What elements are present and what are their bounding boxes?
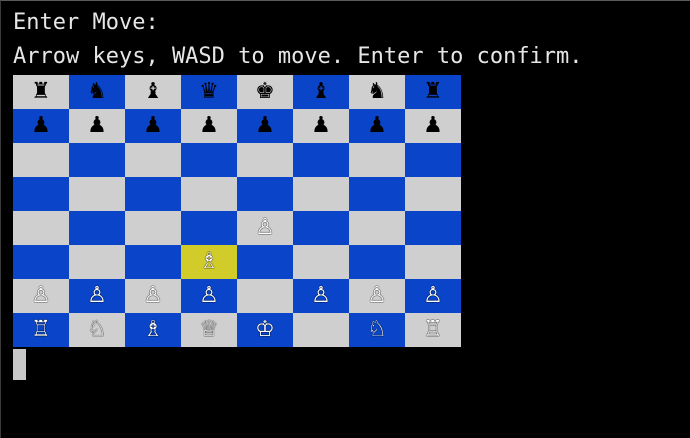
board-square[interactable] <box>69 143 125 177</box>
board-square[interactable]: ♟ <box>237 109 293 143</box>
board-square[interactable] <box>237 245 293 279</box>
board-square[interactable]: ♟ <box>405 109 461 143</box>
prompt-instructions: Arrow keys, WASD to move. Enter to confi… <box>13 44 583 69</box>
board-square[interactable] <box>13 177 69 211</box>
board-square[interactable] <box>349 245 405 279</box>
board-square[interactable] <box>405 245 461 279</box>
board-square[interactable] <box>293 313 349 347</box>
board-square[interactable] <box>349 177 405 211</box>
board-square[interactable]: ♗ <box>125 313 181 347</box>
board-square[interactable]: ♙ <box>181 279 237 313</box>
board-square[interactable] <box>293 211 349 245</box>
board-square[interactable]: ♖ <box>13 313 69 347</box>
board-square[interactable]: ♞ <box>69 75 125 109</box>
board-square[interactable]: ♛ <box>181 75 237 109</box>
board-square[interactable] <box>293 143 349 177</box>
board-square[interactable]: ♗ <box>181 245 237 279</box>
board-square[interactable]: ♔ <box>237 313 293 347</box>
board-square[interactable]: ♙ <box>349 279 405 313</box>
board-square[interactable] <box>125 245 181 279</box>
board-square[interactable] <box>125 143 181 177</box>
board-square[interactable]: ♜ <box>405 75 461 109</box>
board-square[interactable] <box>237 177 293 211</box>
board-square[interactable]: ♟ <box>13 109 69 143</box>
board-square[interactable]: ♘ <box>349 313 405 347</box>
board-square[interactable] <box>405 211 461 245</box>
board-square[interactable] <box>69 177 125 211</box>
board-square[interactable]: ♟ <box>349 109 405 143</box>
chess-board[interactable]: ♜ ♞ ♝ ♛ ♚ ♝ ♞ ♜ ♟ ♟ ♟ ♟ ♟ ♟ ♟ ♟ ♙ ♗ ♙ ♙ ♙ ♙ ♙ ♙ ♙ ♖ ♘ ♗ ♕ ♔ ♘ ♖ <box>13 75 461 347</box>
board-square[interactable]: ♙ <box>13 279 69 313</box>
board-square[interactable] <box>349 143 405 177</box>
terminal-window: Enter Move: Arrow keys, WASD to move. En… <box>0 0 690 438</box>
board-square[interactable] <box>181 211 237 245</box>
board-square[interactable] <box>125 177 181 211</box>
board-square[interactable]: ♝ <box>125 75 181 109</box>
board-square[interactable]: ♙ <box>69 279 125 313</box>
board-square[interactable] <box>237 279 293 313</box>
board-square[interactable]: ♟ <box>293 109 349 143</box>
board-square[interactable] <box>13 211 69 245</box>
board-square[interactable]: ♙ <box>125 279 181 313</box>
board-square[interactable]: ♚ <box>237 75 293 109</box>
board-square[interactable] <box>69 245 125 279</box>
board-square[interactable]: ♟ <box>125 109 181 143</box>
board-square[interactable]: ♟ <box>181 109 237 143</box>
board-square[interactable] <box>13 245 69 279</box>
board-square[interactable]: ♝ <box>293 75 349 109</box>
text-cursor <box>13 349 26 380</box>
board-square[interactable] <box>293 245 349 279</box>
board-square[interactable]: ♖ <box>405 313 461 347</box>
board-square[interactable]: ♙ <box>293 279 349 313</box>
board-square[interactable] <box>405 143 461 177</box>
board-square[interactable] <box>125 211 181 245</box>
board-square[interactable]: ♞ <box>349 75 405 109</box>
board-square[interactable]: ♘ <box>69 313 125 347</box>
board-square[interactable] <box>181 177 237 211</box>
board-square[interactable] <box>405 177 461 211</box>
board-square[interactable] <box>69 211 125 245</box>
board-square[interactable]: ♜ <box>13 75 69 109</box>
board-square[interactable] <box>181 143 237 177</box>
board-square[interactable]: ♙ <box>237 211 293 245</box>
prompt-title: Enter Move: <box>13 10 159 35</box>
board-square[interactable]: ♙ <box>405 279 461 313</box>
board-square[interactable] <box>349 211 405 245</box>
board-square[interactable]: ♟ <box>69 109 125 143</box>
board-square[interactable]: ♕ <box>181 313 237 347</box>
board-square[interactable] <box>293 177 349 211</box>
board-square[interactable] <box>13 143 69 177</box>
board-square[interactable] <box>237 143 293 177</box>
